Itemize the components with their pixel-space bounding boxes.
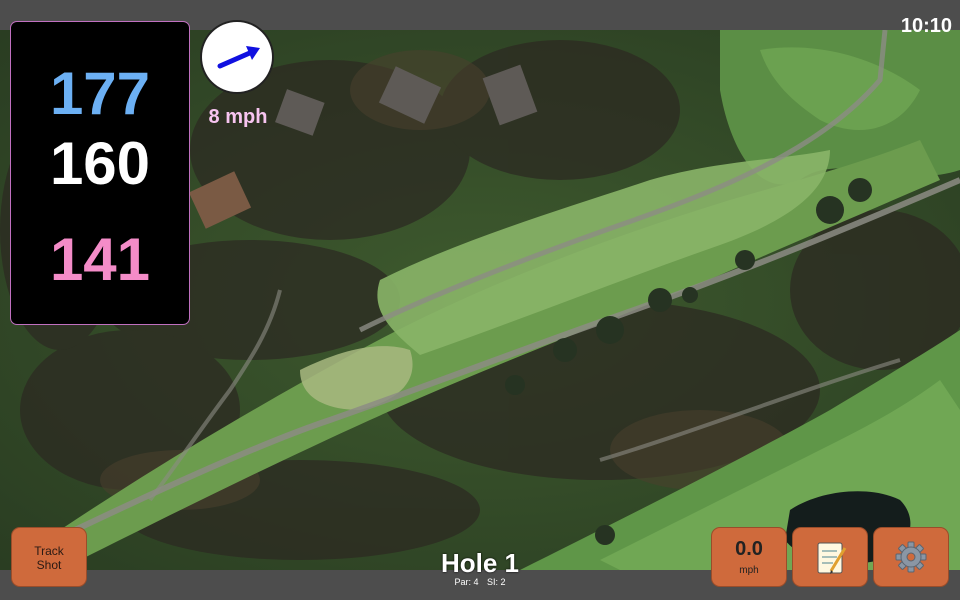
track-shot-button[interactable]: Track Shot (12, 528, 86, 586)
track-shot-label-2: Shot (36, 558, 62, 572)
clock: 10:10 (900, 15, 952, 37)
wind-direction-arrow-icon (217, 46, 260, 69)
settings-button[interactable] (874, 528, 948, 586)
notes-button[interactable] (793, 528, 867, 586)
speed-button[interactable]: 0.0 mph (712, 528, 786, 586)
yardage-panel: 177 160 141 (11, 22, 189, 324)
back-yardage: 177 (49, 60, 151, 127)
hole-title: Hole 1 (440, 548, 520, 578)
wind-speed: 8 mph (208, 106, 268, 128)
hole-info: Par: 4 SI: 2 (380, 577, 580, 587)
track-shot-label-1: Track (34, 544, 64, 558)
hole-par: Par: 4 (454, 577, 479, 587)
wind-indicator[interactable] (202, 22, 272, 92)
gear-icon (895, 541, 927, 573)
speed-unit: mph (739, 565, 759, 576)
speed-value: 0.0 (735, 538, 763, 560)
notepad-icon (817, 542, 847, 574)
center-yardage: 160 (49, 130, 151, 197)
front-yardage: 141 (49, 226, 151, 293)
hole-stroke-index: SI: 2 (487, 577, 506, 587)
